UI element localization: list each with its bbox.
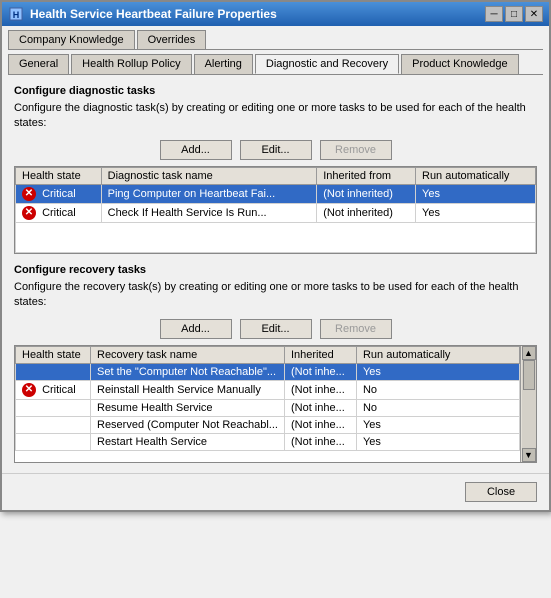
row-task-name: Reinstall Health Service Manually [91,380,285,399]
recovery-buttons: Add... Edit... Remove [14,319,537,339]
recovery-table-scroll[interactable]: Health state Recovery task name Inherite… [15,346,520,462]
row-health-state [16,363,91,380]
diagnostic-table-container: Health state Diagnostic task name Inheri… [14,166,537,254]
recovery-col-auto: Run automatically [356,346,519,363]
row-auto: Yes [356,363,519,380]
diagnostic-col-inherited: Inherited from [317,167,416,184]
row-inherited: (Not inhe... [284,363,356,380]
diagnostic-section-desc: Configure the diagnostic task(s) by crea… [14,101,537,132]
content-area: Configure diagnostic tasks Configure the… [2,75,549,473]
diagnostic-col-health-state: Health state [16,167,102,184]
row-inherited: (Not inhe... [284,416,356,433]
scroll-down-button[interactable]: ▼ [522,448,536,462]
table-row[interactable]: ✕ Critical Reinstall Health Service Manu… [16,380,520,399]
diagnostic-remove-button[interactable]: Remove [320,140,392,160]
error-icon: ✕ [22,206,36,220]
row-health-state [16,433,91,450]
scroll-up-button[interactable]: ▲ [522,346,536,360]
recovery-col-task-name: Recovery task name [91,346,285,363]
row-inherited: (Not inhe... [284,433,356,450]
maximize-button[interactable]: □ [505,6,523,22]
row-auto: Yes [356,433,519,450]
recovery-section-title: Configure recovery tasks [14,264,537,276]
table-row[interactable]: ✕ Critical Ping Computer on Heartbeat Fa… [16,184,536,203]
row-health-state [16,399,91,416]
row-task-name: Ping Computer on Heartbeat Fai... [101,184,317,203]
row-inherited: (Not inhe... [284,399,356,416]
diagnostic-buttons: Add... Edit... Remove [14,140,537,160]
recovery-table: Health state Recovery task name Inherite… [15,346,520,451]
tabs-row2: General Health Rollup Policy Alerting Di… [2,50,549,74]
title-bar-left: H Health Service Heartbeat Failure Prope… [8,6,277,22]
main-window: H Health Service Heartbeat Failure Prope… [0,0,551,512]
row-health-state: ✕ Critical [16,203,102,222]
row-task-name: Check If Health Service Is Run... [101,203,317,222]
scrollbar[interactable]: ▲ ▼ [520,346,536,462]
tab-product-knowledge[interactable]: Product Knowledge [401,54,518,74]
row-task-name: Set the "Computer Not Reachable"... [91,363,285,380]
window-title: Health Service Heartbeat Failure Propert… [30,7,277,21]
scroll-thumb[interactable] [523,360,535,390]
table-row[interactable]: Restart Health Service (Not inhe... Yes [16,433,520,450]
tab-health-rollup[interactable]: Health Rollup Policy [71,54,191,74]
recovery-section-desc: Configure the recovery task(s) by creati… [14,280,537,311]
diagnostic-col-auto: Run automatically [416,167,536,184]
table-row[interactable]: ✕ Critical Check If Health Service Is Ru… [16,203,536,222]
close-window-button[interactable]: ✕ [525,6,543,22]
title-controls: ─ □ ✕ [485,6,543,22]
row-inherited: (Not inherited) [317,184,416,203]
close-button[interactable]: Close [465,482,537,502]
row-task-name: Restart Health Service [91,433,285,450]
row-task-name: Reserved (Computer Not Reachabl... [91,416,285,433]
recovery-add-button[interactable]: Add... [160,319,232,339]
tab-diagnostic-recovery[interactable]: Diagnostic and Recovery [255,54,399,74]
diagnostic-edit-button[interactable]: Edit... [240,140,312,160]
tabs-row1: Company Knowledge Overrides [2,26,549,49]
diagnostic-add-button[interactable]: Add... [160,140,232,160]
row-health-state: ✕ Critical [16,184,102,203]
table-row-empty [16,222,536,252]
footer: Close [2,473,549,510]
svg-text:H: H [13,10,20,20]
row-auto: Yes [356,416,519,433]
recovery-remove-button[interactable]: Remove [320,319,392,339]
recovery-section: Configure recovery tasks Configure the r… [14,264,537,463]
row-health-state [16,416,91,433]
tab-overrides[interactable]: Overrides [137,30,207,49]
row-health-state: ✕ Critical [16,380,91,399]
diagnostic-section: Configure diagnostic tasks Configure the… [14,85,537,254]
tab-alerting[interactable]: Alerting [194,54,253,74]
minimize-button[interactable]: ─ [485,6,503,22]
row-auto: No [356,399,519,416]
row-auto: No [356,380,519,399]
tab-company-knowledge[interactable]: Company Knowledge [8,30,135,49]
error-icon: ✕ [22,383,36,397]
row-inherited: (Not inhe... [284,380,356,399]
scroll-track [522,360,536,448]
row-auto: Yes [416,184,536,203]
row-inherited: (Not inherited) [317,203,416,222]
title-bar: H Health Service Heartbeat Failure Prope… [2,2,549,26]
diagnostic-table: Health state Diagnostic task name Inheri… [15,167,536,253]
recovery-col-health-state: Health state [16,346,91,363]
diagnostic-col-task-name: Diagnostic task name [101,167,317,184]
diagnostic-section-title: Configure diagnostic tasks [14,85,537,97]
table-row[interactable]: Resume Health Service (Not inhe... No [16,399,520,416]
table-row[interactable]: Set the "Computer Not Reachable"... (Not… [16,363,520,380]
recovery-col-inherited: Inherited [284,346,356,363]
window-icon: H [8,6,24,22]
table-row[interactable]: Reserved (Computer Not Reachabl... (Not … [16,416,520,433]
row-task-name: Resume Health Service [91,399,285,416]
recovery-table-scroll-area: Health state Recovery task name Inherite… [14,345,537,463]
recovery-edit-button[interactable]: Edit... [240,319,312,339]
error-icon: ✕ [22,187,36,201]
tab-general[interactable]: General [8,54,69,74]
row-auto: Yes [416,203,536,222]
